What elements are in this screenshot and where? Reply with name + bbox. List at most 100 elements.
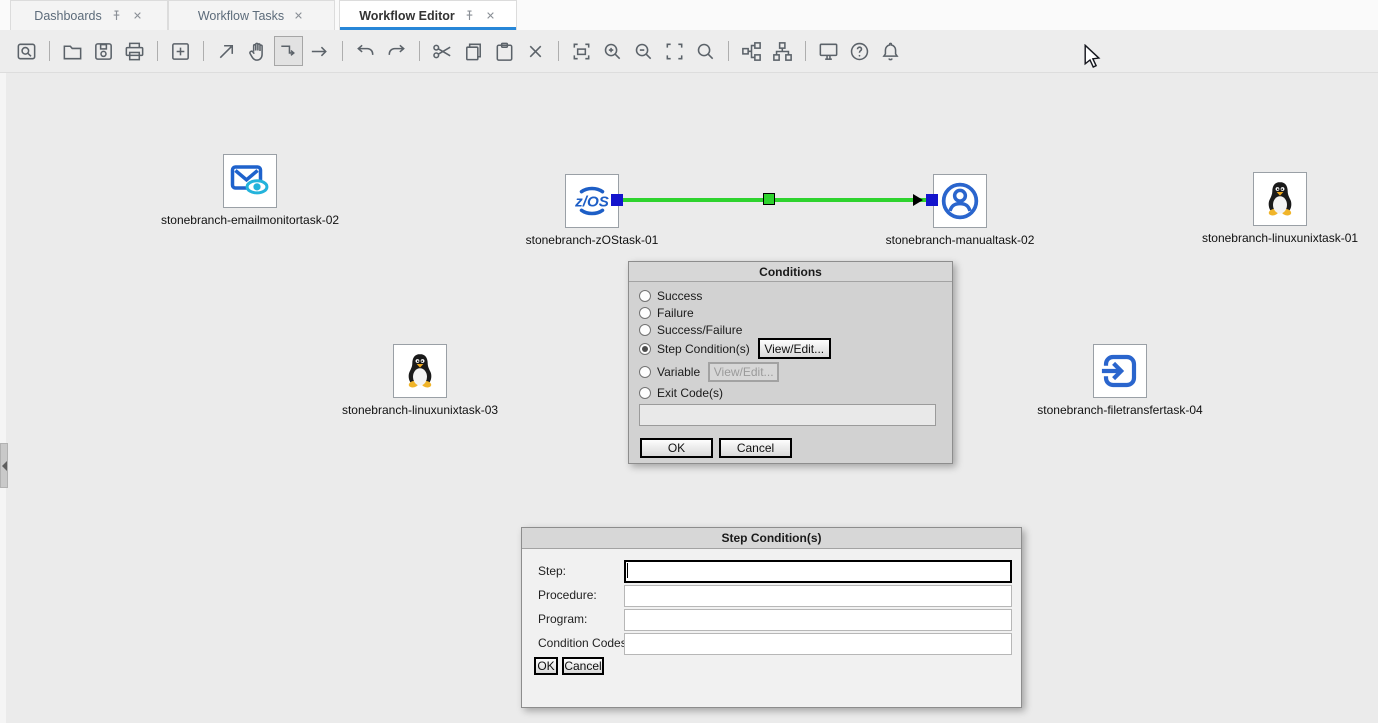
- task-node-emailmonitor[interactable]: stonebranch-emailmonitortask-02: [140, 154, 360, 227]
- radio-label: Success: [657, 289, 702, 303]
- preview-icon: [15, 40, 38, 63]
- radio-label: Variable: [657, 365, 700, 379]
- dialog-title-bar[interactable]: Conditions: [629, 262, 952, 282]
- layout-horizontal-button[interactable]: [737, 36, 766, 66]
- layout-vertical-button[interactable]: [768, 36, 797, 66]
- condition-option-success-failure[interactable]: Success/Failure: [639, 322, 742, 338]
- condition-codes-input[interactable]: [624, 633, 1012, 655]
- tab-label: Workflow Tasks: [198, 9, 284, 23]
- condition-option-variable[interactable]: Variable View/Edit...: [639, 361, 779, 382]
- radio-label: Step Condition(s): [657, 342, 750, 356]
- edge-midpoint-handle[interactable]: [763, 193, 775, 205]
- search-button[interactable]: [691, 36, 720, 66]
- radio-success[interactable]: [639, 290, 651, 302]
- orthogonal-connector-button[interactable]: [274, 36, 303, 66]
- straight-connector-icon: [215, 40, 238, 63]
- redo-button[interactable]: [382, 36, 411, 66]
- tab-workflow-tasks[interactable]: Workflow Tasks: [168, 0, 335, 30]
- conditions-cancel-button[interactable]: Cancel: [719, 438, 792, 458]
- toolbar-separator: [805, 41, 806, 61]
- condition-option-failure[interactable]: Failure: [639, 305, 694, 321]
- linux-tux-icon: [399, 350, 441, 392]
- delete-button[interactable]: [521, 36, 550, 66]
- task-node-label: stonebranch-emailmonitortask-02: [140, 213, 360, 227]
- workflow-edge[interactable]: [620, 198, 930, 202]
- condition-option-exit-codes[interactable]: Exit Code(s): [639, 385, 723, 401]
- fit-to-window-button[interactable]: [567, 36, 596, 66]
- edge-source-handle[interactable]: [611, 194, 623, 206]
- close-icon[interactable]: [484, 9, 497, 22]
- copy-button[interactable]: [459, 36, 488, 66]
- task-node-box[interactable]: [1253, 172, 1307, 226]
- task-node-box[interactable]: [223, 154, 277, 208]
- procedure-input[interactable]: [624, 585, 1012, 607]
- task-node-box[interactable]: [933, 174, 987, 228]
- paste-icon: [493, 40, 516, 63]
- view-edit-step-button[interactable]: View/Edit...: [758, 338, 831, 359]
- task-node-manual[interactable]: stonebranch-manualtask-02: [850, 174, 1070, 247]
- orthogonal-connector-icon: [277, 40, 300, 63]
- save-button[interactable]: [89, 36, 118, 66]
- task-node-box[interactable]: [1093, 344, 1147, 398]
- task-node-filetransfer[interactable]: stonebranch-filetransfertask-04: [1010, 344, 1230, 417]
- step-conditions-dialog: Step Condition(s) Step: Procedure: Progr…: [521, 527, 1022, 708]
- pin-icon[interactable]: [110, 9, 123, 22]
- radio-failure[interactable]: [639, 307, 651, 319]
- open-button[interactable]: [58, 36, 87, 66]
- tab-workflow-editor[interactable]: Workflow Editor: [339, 0, 517, 30]
- arrow-tool-button[interactable]: [305, 36, 334, 66]
- workflow-canvas[interactable]: stonebranch-emailmonitortask-02 stonebra…: [0, 73, 1378, 723]
- task-node-label: stonebranch-linuxunixtask-03: [310, 403, 530, 417]
- exit-codes-input[interactable]: [639, 404, 936, 426]
- tab-label: Dashboards: [34, 9, 101, 23]
- step-cancel-button[interactable]: Cancel: [562, 657, 604, 675]
- help-button[interactable]: [845, 36, 874, 66]
- task-node-label: stonebranch-manualtask-02: [850, 233, 1070, 247]
- program-input[interactable]: [624, 609, 1012, 631]
- radio-step-conditions[interactable]: [639, 343, 651, 355]
- task-node-box[interactable]: [393, 344, 447, 398]
- condition-option-success[interactable]: Success: [639, 288, 702, 304]
- tab-dashboards[interactable]: Dashboards: [10, 0, 168, 30]
- radio-exit-codes[interactable]: [639, 387, 651, 399]
- pan-button[interactable]: [243, 36, 272, 66]
- pin-icon[interactable]: [463, 9, 476, 22]
- condition-option-step-conditions[interactable]: Step Condition(s) View/Edit...: [639, 338, 831, 359]
- view-edit-variable-button-disabled: View/Edit...: [708, 362, 779, 382]
- edge-target-handle[interactable]: [926, 194, 938, 206]
- task-node-linux-03[interactable]: stonebranch-linuxunixtask-03: [310, 344, 530, 417]
- add-task-button[interactable]: [166, 36, 195, 66]
- zoom-in-button[interactable]: [598, 36, 627, 66]
- cut-button[interactable]: [428, 36, 457, 66]
- conditions-ok-button[interactable]: OK: [640, 438, 713, 458]
- dialog-title-bar[interactable]: Step Condition(s): [522, 528, 1021, 549]
- task-node-label: stonebranch-filetransfertask-04: [1010, 403, 1230, 417]
- close-icon[interactable]: [292, 9, 305, 22]
- close-icon[interactable]: [131, 9, 144, 22]
- undo-icon: [354, 40, 377, 63]
- bell-icon: [879, 40, 902, 63]
- step-ok-button[interactable]: OK: [534, 657, 558, 675]
- undo-button[interactable]: [351, 36, 380, 66]
- preview-button[interactable]: [12, 36, 41, 66]
- task-node-zos[interactable]: stonebranch-zOStask-01: [482, 174, 702, 247]
- monitor-button[interactable]: [814, 36, 843, 66]
- notifications-button[interactable]: [876, 36, 905, 66]
- task-node-linux-01[interactable]: stonebranch-linuxunixtask-01: [1170, 172, 1378, 245]
- tab-label: Workflow Editor: [359, 9, 455, 23]
- toolbar-separator: [342, 41, 343, 61]
- paste-button[interactable]: [490, 36, 519, 66]
- pan-hand-icon: [246, 40, 269, 63]
- cut-icon: [431, 40, 454, 63]
- radio-variable[interactable]: [639, 366, 651, 378]
- sidebar-collapse-handle[interactable]: [0, 443, 8, 488]
- zoom-out-button[interactable]: [629, 36, 658, 66]
- step-input[interactable]: [624, 560, 1012, 583]
- print-button[interactable]: [120, 36, 149, 66]
- condition-codes-field-label: Condition Codes:: [538, 636, 630, 650]
- radio-label: Exit Code(s): [657, 386, 723, 400]
- straight-connector-button[interactable]: [212, 36, 241, 66]
- radio-success-failure[interactable]: [639, 324, 651, 336]
- zoom-selection-button[interactable]: [660, 36, 689, 66]
- task-node-label: stonebranch-linuxunixtask-01: [1170, 231, 1378, 245]
